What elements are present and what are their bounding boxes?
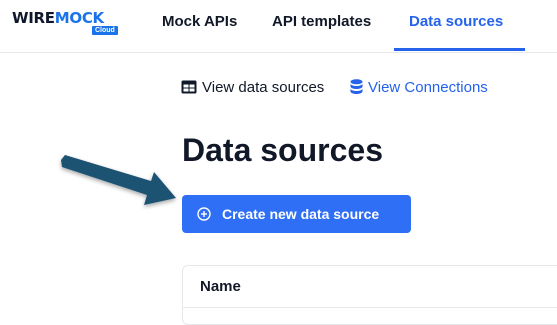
wiremock-logo[interactable]: WIREMOCK Cloud: [12, 9, 118, 35]
table-grid-icon: [181, 80, 197, 94]
logo-cloud-badge: Cloud: [92, 26, 118, 35]
view-connections-link[interactable]: View Connections: [350, 77, 488, 97]
data-sources-table: Name: [182, 265, 557, 325]
create-button-label: Create new data source: [222, 206, 380, 222]
arrow-pointer-icon: [55, 150, 180, 220]
nav-data-sources[interactable]: Data sources: [409, 13, 503, 30]
view-connections-label: View Connections: [368, 78, 488, 96]
nav-api-templates[interactable]: API templates: [272, 13, 371, 30]
page-title: Data sources: [182, 132, 383, 168]
nav-mock-apis[interactable]: Mock APIs: [162, 13, 237, 30]
view-data-sources-label: View data sources: [202, 78, 325, 96]
nav-active-indicator: [394, 48, 525, 51]
top-header: WIREMOCK Cloud Mock APIs API templates D…: [0, 0, 557, 53]
column-header-name[interactable]: Name: [200, 278, 241, 295]
view-data-sources-link[interactable]: View data sources: [181, 77, 324, 97]
table-header-divider: [183, 307, 557, 308]
create-data-source-button[interactable]: Create new data source: [182, 195, 411, 233]
logo-wordmark: WIREMOCK: [12, 9, 104, 27]
database-icon: [350, 79, 363, 95]
plus-circle-icon: [197, 207, 211, 221]
